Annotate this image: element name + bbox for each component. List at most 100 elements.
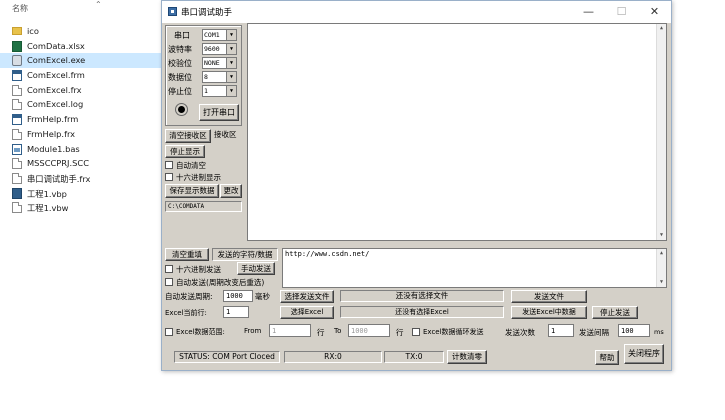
file-name: FrmHelp.frm bbox=[27, 114, 79, 125]
file-list-item[interactable]: 串口调试助手.frx bbox=[0, 171, 162, 186]
clear-receive-button[interactable]: 清空接收区 bbox=[165, 129, 211, 143]
file-list-item[interactable]: FrmHelp.frm bbox=[0, 112, 162, 127]
file-icon bbox=[12, 172, 22, 184]
folder-icon bbox=[12, 27, 22, 35]
file-list-item[interactable]: FrmHelp.frx bbox=[0, 127, 162, 142]
scroll-up-icon[interactable]: ▲ bbox=[657, 24, 666, 33]
send-content: http://www.csdn.net/ bbox=[285, 250, 370, 258]
file-name: 工程1.vbp bbox=[27, 188, 67, 199]
auto-clear-checkbox[interactable] bbox=[165, 161, 173, 169]
excel-current-row-label: Excel当前行: bbox=[165, 309, 207, 317]
file-list-item[interactable]: Module1.bas bbox=[0, 142, 162, 157]
file-list-item[interactable]: ico bbox=[0, 24, 162, 39]
window-title: 串口调试助手 bbox=[181, 8, 233, 18]
file-list-item[interactable]: ComExcel.log bbox=[0, 97, 162, 112]
choose-excel-button[interactable]: 选择Excel bbox=[280, 306, 334, 319]
send-interval-input[interactable]: 100 bbox=[618, 324, 650, 337]
file-list-item[interactable]: ComExcel.exe bbox=[0, 53, 162, 69]
excel-file-icon bbox=[12, 40, 22, 52]
file-list-item[interactable]: 工程1.vbw bbox=[0, 200, 162, 215]
sort-chevron-icon: ⌃ bbox=[95, 0, 102, 9]
file-icon bbox=[12, 84, 22, 96]
send-file-button[interactable]: 发送文件 bbox=[511, 290, 587, 303]
file-name: ComData.xlsx bbox=[27, 40, 85, 51]
send-excel-data-button[interactable]: 发送Excel中数据 bbox=[511, 306, 587, 319]
stop-send-button[interactable]: 停止发送 bbox=[592, 306, 638, 319]
scroll-up-icon[interactable]: ▲ bbox=[657, 249, 666, 258]
excel-current-row-input[interactable]: 1 bbox=[223, 306, 249, 318]
exit-program-button[interactable]: 关闭程序 bbox=[624, 344, 664, 364]
parity-label: 校验位 bbox=[168, 59, 192, 68]
excel-loop-checkbox[interactable] bbox=[412, 328, 420, 336]
file-list-item[interactable]: ComExcel.frm bbox=[0, 68, 162, 83]
period-unit: 毫秒 bbox=[255, 292, 270, 301]
status-text: STATUS: COM Port Cloced bbox=[174, 351, 280, 363]
to-row-input[interactable]: 1000 bbox=[348, 324, 390, 337]
auto-send-label: 自动发送(周期改变后重选) bbox=[176, 278, 265, 287]
file-list-item[interactable]: MSSCCPRJ.SCC bbox=[0, 156, 162, 171]
help-button[interactable]: 帮助 bbox=[595, 350, 619, 365]
open-port-button[interactable]: 打开串口 bbox=[199, 104, 239, 121]
title-bar[interactable]: 串口调试助手 — ☐ ✕ bbox=[162, 1, 671, 23]
port-status-indicator-icon bbox=[176, 104, 187, 115]
period-label: 自动发送周期: bbox=[165, 292, 213, 301]
manual-send-button[interactable]: 手动发送 bbox=[237, 262, 275, 275]
choose-send-file-button[interactable]: 选择发送文件 bbox=[280, 290, 334, 303]
reset-count-button[interactable]: 计数清零 bbox=[447, 350, 487, 364]
excel-range-checkbox[interactable] bbox=[165, 328, 173, 336]
from-row-unit: 行 bbox=[317, 328, 325, 337]
send-interval-label: 发送间隔 bbox=[579, 328, 609, 337]
receive-textarea[interactable]: ▲ ▼ bbox=[247, 23, 667, 241]
minimize-button[interactable]: — bbox=[572, 1, 605, 23]
scroll-down-icon[interactable]: ▼ bbox=[657, 278, 666, 287]
port-select[interactable]: COM1 ▼ bbox=[202, 29, 237, 41]
clear-resend-button[interactable]: 清空重填 bbox=[165, 248, 209, 261]
file-list: ico ComData.xlsx ComExcel.exe ComExcel.frm C… bbox=[0, 24, 162, 215]
baud-label: 波特率 bbox=[168, 45, 192, 54]
parity-select[interactable]: NONE ▼ bbox=[202, 57, 237, 69]
receive-scrollbar[interactable]: ▲ ▼ bbox=[656, 24, 666, 240]
from-row-input[interactable]: 1 bbox=[269, 324, 311, 337]
name-column-header[interactable]: 名称 bbox=[12, 3, 28, 14]
send-scrollbar[interactable]: ▲ ▼ bbox=[656, 249, 666, 287]
column-header[interactable]: 名称 ⌃ bbox=[0, 0, 162, 18]
change-path-button[interactable]: 更改 bbox=[220, 184, 242, 198]
save-display-button[interactable]: 保存显示数据 bbox=[165, 184, 219, 198]
auto-clear-label: 自动清空 bbox=[176, 161, 206, 170]
file-icon bbox=[12, 128, 22, 140]
close-button[interactable]: ✕ bbox=[638, 1, 671, 23]
stopbits-select[interactable]: 1 ▼ bbox=[202, 85, 237, 97]
to-label: To bbox=[334, 327, 342, 335]
file-icon bbox=[12, 158, 22, 170]
send-textarea[interactable]: http://www.csdn.net/ ▲ ▼ bbox=[282, 248, 667, 288]
file-list-item[interactable]: 工程1.vbp bbox=[0, 186, 162, 201]
file-name: ComExcel.frm bbox=[27, 70, 85, 81]
to-row-unit: 行 bbox=[396, 328, 404, 337]
save-path-display: C:\COMDATA bbox=[165, 201, 242, 212]
stop-display-button[interactable]: 停止显示 bbox=[165, 145, 205, 158]
send-count-input[interactable]: 1 bbox=[548, 324, 574, 337]
file-name: Module1.bas bbox=[27, 143, 80, 154]
hex-display-checkbox[interactable] bbox=[165, 173, 173, 181]
file-list-item[interactable]: ComData.xlsx bbox=[0, 39, 162, 54]
port-label: 串口 bbox=[174, 31, 190, 40]
stopbits-value: 1 bbox=[204, 87, 208, 95]
file-name: FrmHelp.frx bbox=[27, 128, 76, 139]
hex-send-checkbox[interactable] bbox=[165, 265, 173, 273]
period-input[interactable]: 1000 bbox=[223, 290, 253, 302]
scroll-down-icon[interactable]: ▼ bbox=[657, 231, 666, 240]
baud-select[interactable]: 9600 ▼ bbox=[202, 43, 237, 55]
file-name: MSSCCPRJ.SCC bbox=[27, 158, 89, 169]
maximize-button[interactable]: ☐ bbox=[605, 1, 638, 23]
file-explorer: 名称 ⌃ ico ComData.xlsx ComExcel.exe ComExcel… bbox=[0, 0, 162, 420]
chevron-down-icon: ▼ bbox=[226, 30, 236, 40]
databits-select[interactable]: 8 ▼ bbox=[202, 71, 237, 83]
excel-loop-label: Excel数据循环发送 bbox=[423, 328, 484, 336]
excel-range-label: Excel数据范围: bbox=[176, 328, 225, 336]
file-list-item[interactable]: ComExcel.frx bbox=[0, 83, 162, 98]
auto-send-checkbox[interactable] bbox=[165, 278, 173, 286]
databits-label: 数据位 bbox=[168, 73, 192, 82]
send-count-label: 发送次数 bbox=[505, 328, 535, 337]
chevron-down-icon: ▼ bbox=[226, 72, 236, 82]
vb-project-icon bbox=[12, 187, 22, 199]
